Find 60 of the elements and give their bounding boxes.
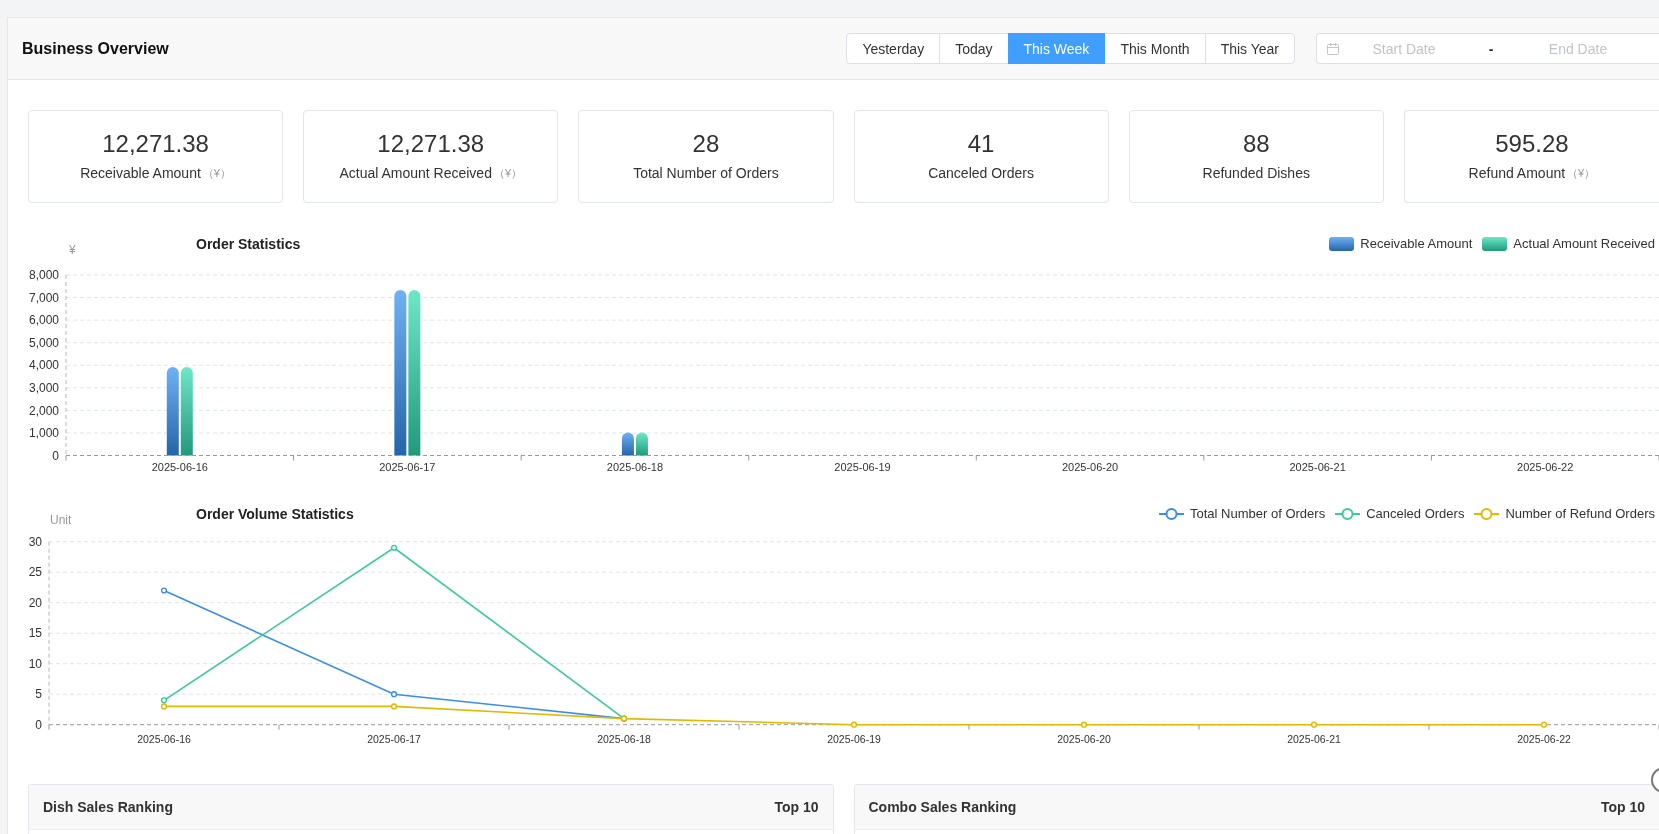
stat-unit: （¥）: [202, 166, 231, 181]
y-tick-label: 5: [35, 687, 42, 702]
stat-label: Total Number of Orders: [633, 165, 779, 181]
y-tick-label: 0: [35, 717, 42, 732]
stat-value: 595.28: [1495, 130, 1569, 158]
y-tick-label: 0: [52, 448, 59, 463]
ranking-title: Dish Sales Ranking: [43, 799, 173, 815]
stat-value: 88: [1242, 130, 1270, 158]
y-tick-label: 15: [28, 626, 42, 641]
x-tick-label: 2025-06-19: [827, 732, 881, 745]
y-axis-unit: Unit: [50, 513, 72, 527]
y-tick-label: 8,000: [28, 268, 59, 283]
stat-value: 41: [967, 130, 995, 158]
y-axis-unit: ¥: [69, 243, 76, 257]
x-tick-label: 2025-06-20: [1057, 732, 1111, 745]
legend-label: Actual Amount Received: [1513, 236, 1655, 252]
panel-title: Business Overview: [22, 39, 169, 58]
stat-value: 12,271.38: [102, 130, 209, 158]
ranking-limit: Top 10: [774, 799, 819, 815]
legend-label: Total Number of Orders: [1190, 506, 1326, 522]
x-tick-label: 2025-06-19: [834, 461, 891, 473]
stat-label: Refund Amount: [1468, 165, 1566, 181]
chart-title: Order Volume Statistics: [196, 505, 354, 524]
x-tick-label: 2025-06-16: [151, 461, 208, 473]
stat-unit: （¥）: [493, 166, 523, 181]
y-tick-label: 25: [28, 565, 42, 580]
x-tick-label: 2025-06-16: [137, 732, 191, 745]
y-tick-label: 7,000: [28, 290, 59, 305]
legend-label: Number of Refund Orders: [1505, 506, 1655, 522]
stat-unit: （¥）: [1567, 166, 1596, 181]
y-tick-label: 2,000: [28, 403, 59, 418]
y-tick-label: 10: [28, 656, 42, 671]
x-tick-label: 2025-06-21: [1289, 461, 1346, 473]
legend-label: Receivable Amount: [1360, 236, 1473, 252]
ranking-title: Combo Sales Ranking: [868, 799, 1017, 815]
x-tick-label: 2025-06-21: [1287, 732, 1341, 745]
legend-label: Canceled Orders: [1366, 506, 1465, 522]
y-tick-label: 30: [28, 534, 42, 549]
stat-label: Canceled Orders: [928, 165, 1034, 181]
stat-label: Actual Amount Received: [339, 165, 492, 181]
x-tick-label: 2025-06-17: [367, 732, 421, 745]
y-tick-label: 6,000: [28, 313, 59, 328]
range-separator: -: [1487, 40, 1495, 57]
stat-value: 12,271.38: [377, 130, 485, 158]
x-tick-label: 2025-06-22: [1517, 732, 1571, 745]
x-tick-label: 2025-06-17: [379, 461, 436, 473]
y-tick-label: 4,000: [28, 358, 59, 373]
y-tick-label: 20: [28, 595, 42, 610]
y-tick-label: 3,000: [28, 381, 59, 395]
x-tick-label: 2025-06-20: [1061, 461, 1119, 473]
stat-label: Receivable Amount: [80, 165, 201, 181]
chart-title: Order Statistics: [196, 235, 301, 254]
x-tick-label: 2025-06-18: [597, 732, 651, 745]
x-tick-label: 2025-06-18: [606, 461, 664, 473]
ranking-limit: Top 10: [1600, 799, 1645, 815]
stat-label: Refunded Dishes: [1202, 165, 1310, 181]
x-tick-label: 2025-06-22: [1517, 461, 1574, 473]
y-tick-label: 5,000: [28, 335, 59, 350]
stat-value: 28: [692, 130, 720, 158]
y-tick-label: 1,000: [28, 426, 59, 441]
